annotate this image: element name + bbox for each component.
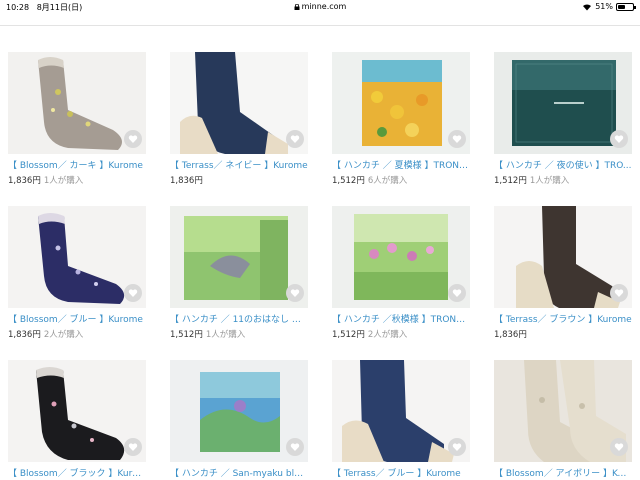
- product-image[interactable]: [332, 52, 470, 154]
- purchase-count: 2人が購入: [43, 330, 84, 340]
- product-meta: 1,836円 1人が購入: [8, 174, 146, 186]
- product-price: 1,512円: [494, 176, 527, 186]
- product-title[interactable]: 【 ハンカチ ／ 11のおはなし 】T...: [170, 312, 308, 325]
- favorite-button[interactable]: [124, 130, 142, 148]
- product-image[interactable]: [494, 360, 632, 462]
- product-price: 1,512円: [332, 330, 365, 340]
- product-meta: 1,836円: [170, 174, 308, 186]
- product-title[interactable]: 【 Blossom／ カーキ 】Kurome: [8, 158, 146, 171]
- favorite-button[interactable]: [286, 284, 304, 302]
- battery-percent: 51%: [595, 2, 613, 11]
- address-bar[interactable]: minne.com: [0, 2, 640, 11]
- product-image[interactable]: [332, 206, 470, 308]
- wifi-icon: [583, 3, 592, 11]
- product-title[interactable]: 【 Terrass／ ブラウン 】Kurome: [494, 312, 632, 325]
- product-title[interactable]: 【 Blossom／ ブラック 】Kurome: [8, 466, 146, 479]
- product-card[interactable]: 【 ハンカチ ／ 11のおはなし 】T... 1,512円 1人が購入: [170, 206, 308, 340]
- favorite-button[interactable]: [610, 438, 628, 456]
- status-bar: 10:28 8月11日(日) minne.com 51%: [0, 0, 640, 14]
- purchase-count: 2人が購入: [367, 330, 408, 340]
- product-card[interactable]: 【 Terrass／ ネイビー 】Kurome 1,836円: [170, 52, 308, 186]
- product-price: 1,836円: [8, 176, 41, 186]
- product-image[interactable]: [332, 360, 470, 462]
- heart-icon: [290, 443, 300, 451]
- heart-icon: [290, 135, 300, 143]
- heart-icon: [452, 443, 462, 451]
- product-meta: 1,836円 2人が購入: [8, 328, 146, 340]
- battery-icon: [616, 2, 636, 11]
- product-title[interactable]: 【 Terrass／ ブルー 】Kurome: [332, 466, 470, 479]
- product-meta: 1,512円 1人が購入: [170, 328, 308, 340]
- heart-icon: [128, 289, 138, 297]
- favorite-button[interactable]: [286, 130, 304, 148]
- product-price: 1,836円: [494, 330, 527, 340]
- product-price: 1,836円: [170, 176, 203, 186]
- favorite-button[interactable]: [124, 284, 142, 302]
- battery-fill: [618, 4, 626, 9]
- product-card[interactable]: 【 ハンカチ ／ 夏模様 】TRONCHI 1,512円 6人が購入: [332, 52, 470, 186]
- favorite-button[interactable]: [448, 130, 466, 148]
- heart-icon: [614, 289, 624, 297]
- product-card[interactable]: 【 Blossom／ ブルー 】Kurome 1,836円 2人が購入: [8, 206, 146, 340]
- purchase-count: 1人が購入: [43, 176, 84, 186]
- product-card[interactable]: 【 Terrass／ ブルー 】Kurome: [332, 360, 470, 479]
- product-image[interactable]: [494, 52, 632, 154]
- product-card[interactable]: 【 ハンカチ ／秋模様 】TRONCHI 1,512円 2人が購入: [332, 206, 470, 340]
- product-card[interactable]: 【 Blossom／ カーキ 】Kurome 1,836円 1人が購入: [8, 52, 146, 186]
- heart-icon: [452, 135, 462, 143]
- favorite-button[interactable]: [286, 438, 304, 456]
- purchase-count: 1人が購入: [529, 176, 570, 186]
- product-title[interactable]: 【 ハンカチ ／秋模様 】TRONCHI: [332, 312, 470, 325]
- favorite-button[interactable]: [610, 284, 628, 302]
- favorite-button[interactable]: [448, 284, 466, 302]
- product-price: 1,512円: [332, 176, 365, 186]
- purchase-count: 1人が購入: [205, 330, 246, 340]
- product-card[interactable]: 【 Blossom／ ブラック 】Kurome: [8, 360, 146, 479]
- product-meta: 1,836円: [494, 328, 632, 340]
- product-price: 1,836円: [8, 330, 41, 340]
- product-title[interactable]: 【 Blossom／ ブルー 】Kurome: [8, 312, 146, 325]
- product-title[interactable]: 【 ハンカチ ／ 夜の使い 】TRO...: [494, 158, 632, 171]
- favorite-button[interactable]: [448, 438, 466, 456]
- product-image[interactable]: [8, 52, 146, 154]
- product-image[interactable]: [170, 360, 308, 462]
- product-image[interactable]: [170, 52, 308, 154]
- product-card[interactable]: 【 Blossom／ アイボリー 】Kurome: [494, 360, 632, 479]
- product-title[interactable]: 【 ハンカチ ／ 夏模様 】TRONCHI: [332, 158, 470, 171]
- status-right: 51%: [582, 2, 636, 11]
- heart-icon: [614, 443, 624, 451]
- heart-icon: [290, 289, 300, 297]
- product-card[interactable]: 【 Terrass／ ブラウン 】Kurome 1,836円: [494, 206, 632, 340]
- lock-icon: [294, 4, 300, 10]
- product-title[interactable]: 【 ハンカチ ／ San-myaku blue ...: [170, 466, 308, 479]
- favorite-button[interactable]: [124, 438, 142, 456]
- purchase-count: 6人が購入: [367, 176, 408, 186]
- product-meta: 1,512円 1人が購入: [494, 174, 632, 186]
- product-meta: 1,512円 2人が購入: [332, 328, 470, 340]
- url-text: minne.com: [301, 2, 347, 11]
- product-image[interactable]: [8, 360, 146, 462]
- heart-icon: [128, 443, 138, 451]
- product-title[interactable]: 【 Terrass／ ネイビー 】Kurome: [170, 158, 308, 171]
- heart-icon: [452, 289, 462, 297]
- favorite-button[interactable]: [610, 130, 628, 148]
- heart-icon: [614, 135, 624, 143]
- product-image[interactable]: [494, 206, 632, 308]
- product-image[interactable]: [8, 206, 146, 308]
- product-price: 1,512円: [170, 330, 203, 340]
- product-image[interactable]: [170, 206, 308, 308]
- product-card[interactable]: 【 ハンカチ ／ 夜の使い 】TRO... 1,512円 1人が購入: [494, 52, 632, 186]
- product-meta: 1,512円 6人が購入: [332, 174, 470, 186]
- product-card[interactable]: 【 ハンカチ ／ San-myaku blue ...: [170, 360, 308, 479]
- toolbar-divider: [0, 25, 640, 26]
- heart-icon: [128, 135, 138, 143]
- product-title[interactable]: 【 Blossom／ アイボリー 】Kurome: [494, 466, 632, 479]
